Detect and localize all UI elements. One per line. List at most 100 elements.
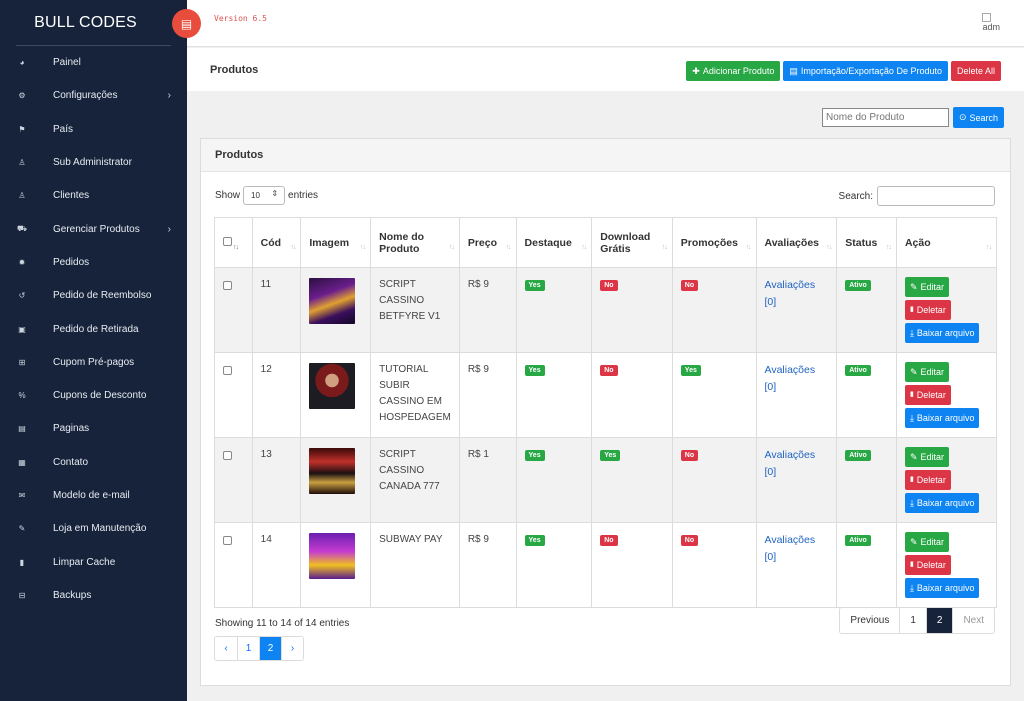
column-header[interactable]: Nome do Produto ↑↓: [370, 217, 460, 268]
edit-button[interactable]: ✎ Editar: [904, 277, 949, 297]
card-title: Produtos: [201, 139, 1010, 172]
edit-icon: ✎: [909, 452, 918, 462]
column-header[interactable]: Imagem ↑↓: [300, 217, 372, 268]
sidebar-item[interactable]: ▣ Pedido de Retirada: [0, 312, 187, 345]
delete-all-button[interactable]: Delete All: [950, 61, 1001, 81]
free-download-badge: No: [600, 280, 618, 291]
sidebar-item-label: Gerenciar Produtos: [53, 223, 140, 235]
contact-icon: ▦: [18, 457, 26, 467]
column-header[interactable]: ↑↓: [214, 217, 253, 268]
page-length-select[interactable]: 10 ⇕: [243, 186, 286, 205]
reviews-link[interactable]: Avaliações [0]: [765, 534, 816, 563]
sidebar-item[interactable]: ✎ Loja em Manutenção: [0, 512, 187, 545]
sidebar-item[interactable]: ↺ Pedido de Reembolso: [0, 279, 187, 312]
sidebar-item-label: Modelo de e-mail: [53, 490, 130, 501]
sidebar-item[interactable]: ▮ Limpar Cache: [0, 545, 187, 578]
sidebar: BULL CODES ◕ Painel ⚙ Configurações › ⚑ País ♙ S…: [0, 0, 187, 701]
reviews-link[interactable]: Avaliações [0]: [765, 449, 816, 478]
sidebar-item-label: Loja em Manutenção: [53, 523, 147, 535]
delete-button[interactable]: ▮ Deletar: [904, 470, 951, 490]
sidebar-item[interactable]: ▦ Contato: [0, 446, 187, 479]
row-checkbox[interactable]: [223, 536, 232, 545]
delete-label: Deletar: [916, 305, 946, 315]
sort-icon: ↑↓: [745, 244, 752, 251]
table-search-input[interactable]: [877, 186, 995, 206]
select-all-checkbox[interactable]: [223, 236, 232, 246]
sidebar-item[interactable]: ⚑ País: [0, 113, 187, 146]
brand-logo[interactable]: BULL CODES: [16, 0, 171, 46]
edit-button[interactable]: ✎ Editar: [904, 532, 949, 552]
user-avatar[interactable]: adm: [982, 13, 1000, 33]
secondary-next[interactable]: ›: [281, 637, 303, 660]
delete-button[interactable]: ▮ Deletar: [904, 385, 951, 405]
column-header-label: Download Grátis: [600, 230, 651, 255]
sidebar-item[interactable]: ♙ Clientes: [0, 179, 187, 212]
pagination-next[interactable]: Next: [952, 608, 994, 633]
download-button[interactable]: ⤓ Baixar arquivo: [904, 323, 980, 343]
product-code: 11: [251, 267, 302, 353]
edit-button[interactable]: ✎ Editar: [904, 447, 949, 467]
secondary-page-2[interactable]: 2: [259, 637, 281, 660]
column-header[interactable]: Preço ↑↓: [458, 217, 517, 268]
column-header[interactable]: Cód ↑↓: [251, 217, 302, 268]
image-cell: [300, 352, 372, 438]
search-button[interactable]: ⊙ Search: [953, 107, 1005, 128]
actions-cell: ✎ Editar ▮ Deletar ⤓ Baixar arquivo: [895, 267, 998, 353]
column-header[interactable]: Destaque ↑↓: [515, 217, 593, 268]
page-header: Produtos ✚ Adicionar Produto ▤ Importaçã…: [187, 48, 1024, 91]
delete-button[interactable]: ▮ Deletar: [904, 300, 951, 320]
promotion-badge-cell: No: [671, 267, 757, 353]
sidebar-item[interactable]: ✉ Modelo de e-mail: [0, 479, 187, 512]
free-download-badge: No: [600, 535, 618, 546]
pagination-page-2[interactable]: 2: [925, 608, 953, 633]
edit-button[interactable]: ✎ Editar: [904, 362, 949, 382]
pagination-page-1[interactable]: 1: [899, 608, 926, 633]
sidebar-item[interactable]: ⊟ Backups: [0, 579, 187, 612]
sidebar-item[interactable]: ⚙ Configurações ›: [0, 79, 187, 112]
sidebar-item[interactable]: % Cupons de Desconto: [0, 379, 187, 412]
featured-badge-cell: Yes: [515, 352, 593, 438]
sidebar-item[interactable]: ✹ Pedidos: [0, 246, 187, 279]
add-product-button[interactable]: ✚ Adicionar Produto: [686, 61, 781, 81]
column-header[interactable]: Avaliações ↑↓: [755, 217, 838, 268]
broken-image-icon: [982, 13, 992, 22]
product-name-input[interactable]: [822, 108, 949, 127]
delete-button[interactable]: ▮ Deletar: [904, 555, 951, 575]
image-cell: [300, 522, 372, 608]
reviews-link[interactable]: Avaliações [0]: [765, 279, 816, 308]
sidebar-item-label: Cupom Pré-pagos: [53, 356, 135, 368]
sidebar-item[interactable]: ◕ Painel: [0, 46, 187, 79]
download-button[interactable]: ⤓ Baixar arquivo: [904, 408, 980, 428]
row-checkbox[interactable]: [223, 451, 232, 460]
download-button[interactable]: ⤓ Baixar arquivo: [904, 578, 980, 598]
user-icon: ♙: [18, 191, 26, 201]
sidebar-toggle-button[interactable]: ▤: [172, 9, 201, 38]
row-checkbox[interactable]: [223, 366, 232, 375]
column-header[interactable]: Download Grátis ↑↓: [591, 217, 673, 268]
download-button[interactable]: ⤓ Baixar arquivo: [904, 493, 980, 513]
column-header[interactable]: Promoções ↑↓: [671, 217, 757, 268]
product-name: SCRIPT CASSINO BETFYRE V1: [370, 267, 460, 353]
pagination-previous[interactable]: Previous: [840, 608, 900, 633]
sort-icon: ↑↓: [448, 244, 455, 251]
column-header[interactable]: Status ↑↓: [836, 217, 897, 268]
status-badge: Ativo: [845, 535, 871, 546]
row-checkbox[interactable]: [223, 281, 232, 290]
sidebar-item[interactable]: ♙ Sub Administrator: [0, 146, 187, 179]
sidebar-item[interactable]: ⊞ Cupom Pré-pagos: [0, 346, 187, 379]
row-actions: ✎ Editar ▮ Deletar ⤓ Baixar arquivo: [904, 532, 988, 598]
reviews-link[interactable]: Avaliações [0]: [765, 364, 816, 393]
secondary-prev[interactable]: ‹: [215, 637, 237, 660]
featured-badge-cell: Yes: [515, 437, 593, 523]
delete-label: Deletar: [916, 475, 946, 485]
sidebar-item[interactable]: ⛟ Gerenciar Produtos ›: [0, 212, 187, 245]
sidebar-item[interactable]: ▤ Paginas: [0, 412, 187, 445]
reviews-cell: Avaliações [0]: [755, 267, 838, 353]
secondary-page-1[interactable]: 1: [237, 637, 259, 660]
sidebar-item-label: Contato: [53, 456, 89, 468]
sort-icon: ↑↓: [661, 244, 668, 251]
secondary-pagination: ‹ 1 2 ›: [214, 636, 304, 661]
row-actions: ✎ Editar ▮ Deletar ⤓ Baixar arquivo: [904, 362, 988, 428]
column-header[interactable]: Ação ↑↓: [895, 217, 998, 268]
import-export-button[interactable]: ▤ Importação/Exportação De Produto: [783, 61, 948, 81]
